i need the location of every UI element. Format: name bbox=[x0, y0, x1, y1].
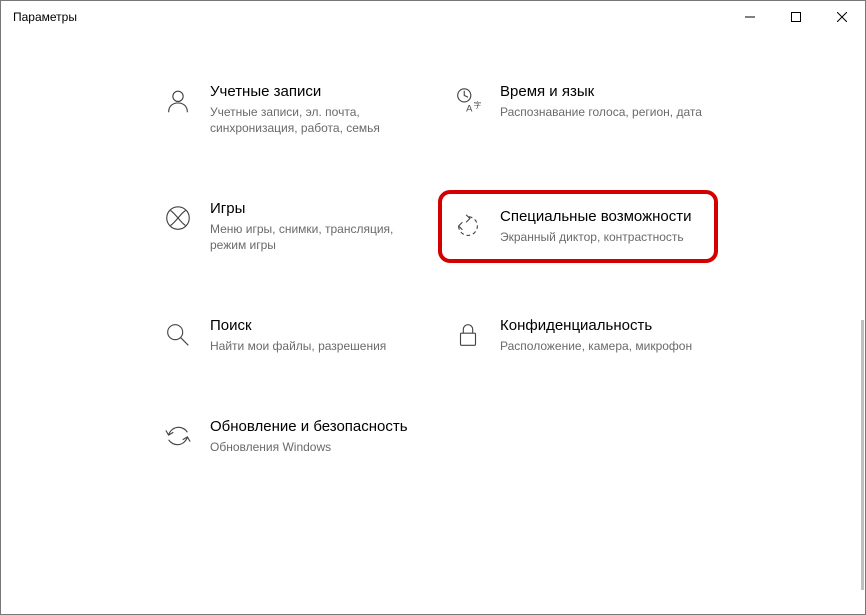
tile-desc: Распознавание голоса, регион, дата bbox=[500, 104, 702, 120]
tile-title: Учетные записи bbox=[210, 83, 414, 102]
tile-title: Конфиденциальность bbox=[500, 317, 692, 336]
maximize-icon bbox=[791, 12, 801, 22]
window-controls bbox=[727, 1, 865, 33]
tile-title: Игры bbox=[210, 200, 414, 219]
window-title: Параметры bbox=[13, 10, 77, 24]
maximize-button[interactable] bbox=[773, 1, 819, 33]
xbox-icon bbox=[162, 202, 194, 234]
tile-desc: Расположение, камера, микрофон bbox=[500, 338, 692, 354]
tile-desc: Учетные записи, эл. почта, синхронизация… bbox=[210, 104, 414, 136]
tile-desc: Меню игры, снимки, трансляция, режим игр… bbox=[210, 221, 414, 253]
tile-text: Специальные возможности Экранный диктор,… bbox=[500, 208, 692, 245]
scrollbar[interactable] bbox=[861, 320, 864, 590]
svg-text:A: A bbox=[466, 103, 473, 113]
tile-title: Поиск bbox=[210, 317, 386, 336]
tile-desc: Найти мои файлы, разрешения bbox=[210, 338, 386, 354]
tile-text: Время и язык Распознавание голоса, регио… bbox=[500, 83, 702, 120]
svg-text:字: 字 bbox=[474, 100, 482, 110]
tile-title: Обновление и безопасность bbox=[210, 418, 408, 437]
time-language-icon: A字 bbox=[452, 85, 484, 117]
tile-text: Учетные записи Учетные записи, эл. почта… bbox=[210, 83, 414, 136]
tile-accounts[interactable]: Учетные записи Учетные записи, эл. почта… bbox=[148, 73, 428, 146]
tile-desc: Обновления Windows bbox=[210, 439, 408, 455]
tile-text: Поиск Найти мои файлы, разрешения bbox=[210, 317, 386, 354]
tile-gaming[interactable]: Игры Меню игры, снимки, трансляция, режи… bbox=[148, 190, 428, 263]
close-icon bbox=[837, 12, 847, 22]
person-icon bbox=[162, 85, 194, 117]
tile-text: Конфиденциальность Расположение, камера,… bbox=[500, 317, 692, 354]
settings-grid: Учетные записи Учетные записи, эл. почта… bbox=[148, 73, 718, 465]
tile-privacy[interactable]: Конфиденциальность Расположение, камера,… bbox=[438, 307, 718, 364]
tile-time-language[interactable]: A字 Время и язык Распознавание голоса, ре… bbox=[438, 73, 718, 146]
tile-search[interactable]: Поиск Найти мои файлы, разрешения bbox=[148, 307, 428, 364]
minimize-button[interactable] bbox=[727, 1, 773, 33]
lock-icon bbox=[452, 319, 484, 351]
tile-desc: Экранный диктор, контрастность bbox=[500, 229, 692, 245]
tile-text: Обновление и безопасность Обновления Win… bbox=[210, 418, 408, 455]
tile-title: Время и язык bbox=[500, 83, 702, 102]
tile-ease-of-access[interactable]: Специальные возможности Экранный диктор,… bbox=[438, 190, 718, 263]
settings-content: Учетные записи Учетные записи, эл. почта… bbox=[1, 33, 865, 465]
search-icon bbox=[162, 319, 194, 351]
tile-title: Специальные возможности bbox=[500, 208, 692, 227]
tile-text: Игры Меню игры, снимки, трансляция, режи… bbox=[210, 200, 414, 253]
sync-icon bbox=[162, 420, 194, 452]
accessibility-icon bbox=[452, 210, 484, 242]
titlebar: Параметры bbox=[1, 1, 865, 33]
close-button[interactable] bbox=[819, 1, 865, 33]
minimize-icon bbox=[745, 12, 755, 22]
tile-update-security[interactable]: Обновление и безопасность Обновления Win… bbox=[148, 408, 428, 465]
